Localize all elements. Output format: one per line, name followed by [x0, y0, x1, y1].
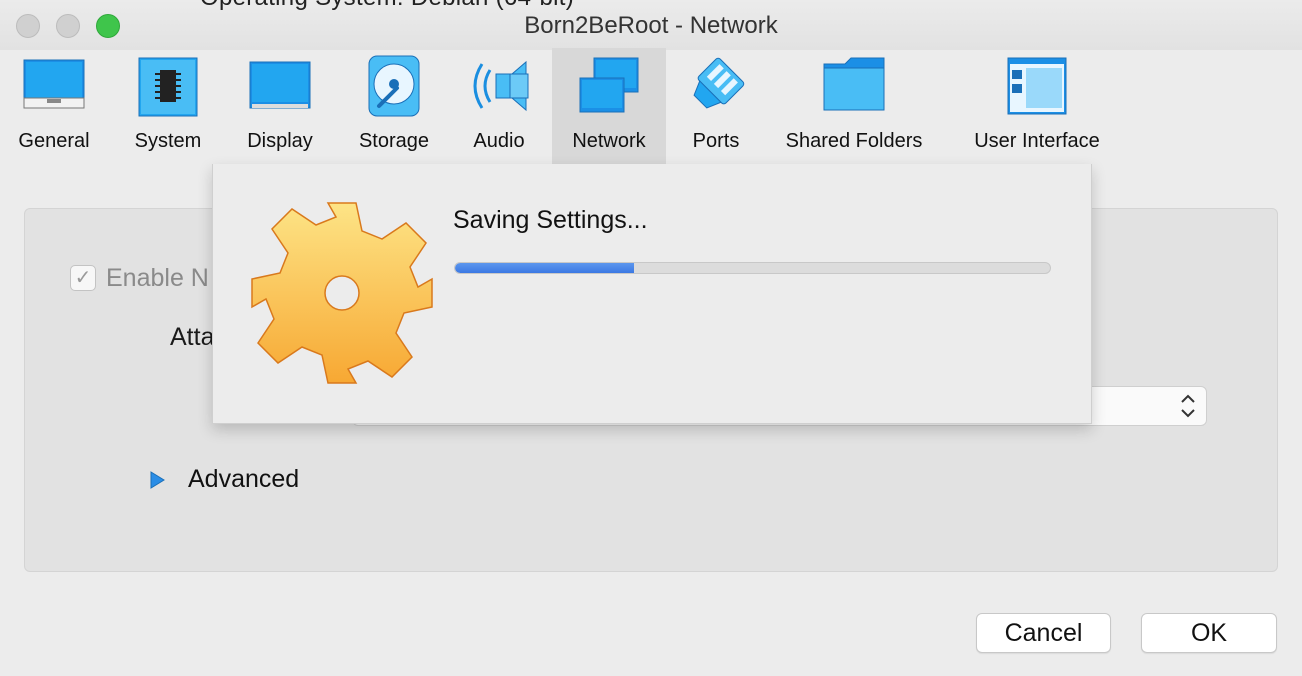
toolbar-item-audio[interactable]: Audio — [454, 48, 544, 164]
network-icon — [579, 57, 639, 113]
toolbar-item-user-interface[interactable]: User Interface — [962, 48, 1112, 164]
chevron-up-down-icon — [1181, 394, 1195, 418]
progress-bar — [454, 262, 1051, 274]
advanced-disclosure-triangle-icon[interactable] — [148, 470, 166, 490]
storage-icon — [368, 55, 420, 117]
enable-network-adapter-label: Enable N — [106, 264, 209, 292]
toolbar-item-shared-folders[interactable]: Shared Folders — [776, 48, 932, 164]
toolbar-item-storage[interactable]: Storage — [346, 48, 442, 164]
progress-bar-fill — [455, 263, 634, 273]
advanced-label[interactable]: Advanced — [188, 465, 299, 494]
toolbar-label: Storage — [358, 130, 430, 152]
attached-to-label: Atta — [170, 323, 215, 351]
toolbar-item-general[interactable]: General — [4, 48, 104, 164]
general-icon — [23, 59, 85, 109]
audio-icon — [473, 60, 529, 112]
saving-settings-sheet: Saving Settings... — [212, 164, 1092, 424]
display-icon — [249, 61, 311, 109]
saving-settings-label: Saving Settings... — [453, 206, 648, 234]
toolbar-label: User Interface — [974, 130, 1100, 152]
toolbar-label: Ports — [692, 130, 740, 152]
window-title: Born2BeRoot - Network — [524, 12, 778, 39]
settings-toolbar: General System Display Storage Audio Net… — [0, 48, 1302, 164]
toolbar-label: System — [134, 130, 202, 152]
toolbar-item-system[interactable]: System — [120, 48, 216, 164]
toolbar-label: Network — [572, 130, 646, 152]
user-interface-icon — [1007, 57, 1067, 115]
toolbar-item-ports[interactable]: Ports — [672, 48, 760, 164]
toolbar-label: General — [18, 130, 90, 152]
enable-network-adapter-checkbox[interactable]: ✓ — [70, 265, 96, 291]
toolbar-label: Shared Folders — [785, 130, 923, 152]
system-icon — [138, 57, 198, 117]
cancel-button[interactable]: Cancel — [976, 613, 1111, 653]
toolbar-item-network[interactable]: Network — [552, 48, 666, 164]
title-bar: Operating System: Debian (64-bit) Born2B… — [0, 0, 1302, 50]
gear-icon — [251, 202, 433, 384]
ok-button[interactable]: OK — [1141, 613, 1277, 653]
toolbar-label: Display — [247, 130, 313, 152]
ports-icon — [693, 57, 745, 109]
shared-folders-icon — [823, 57, 885, 111]
background-window-text: Operating System: Debian (64-bit) — [200, 0, 574, 12]
toolbar-label: Audio — [473, 130, 525, 152]
toolbar-item-display[interactable]: Display — [232, 48, 328, 164]
